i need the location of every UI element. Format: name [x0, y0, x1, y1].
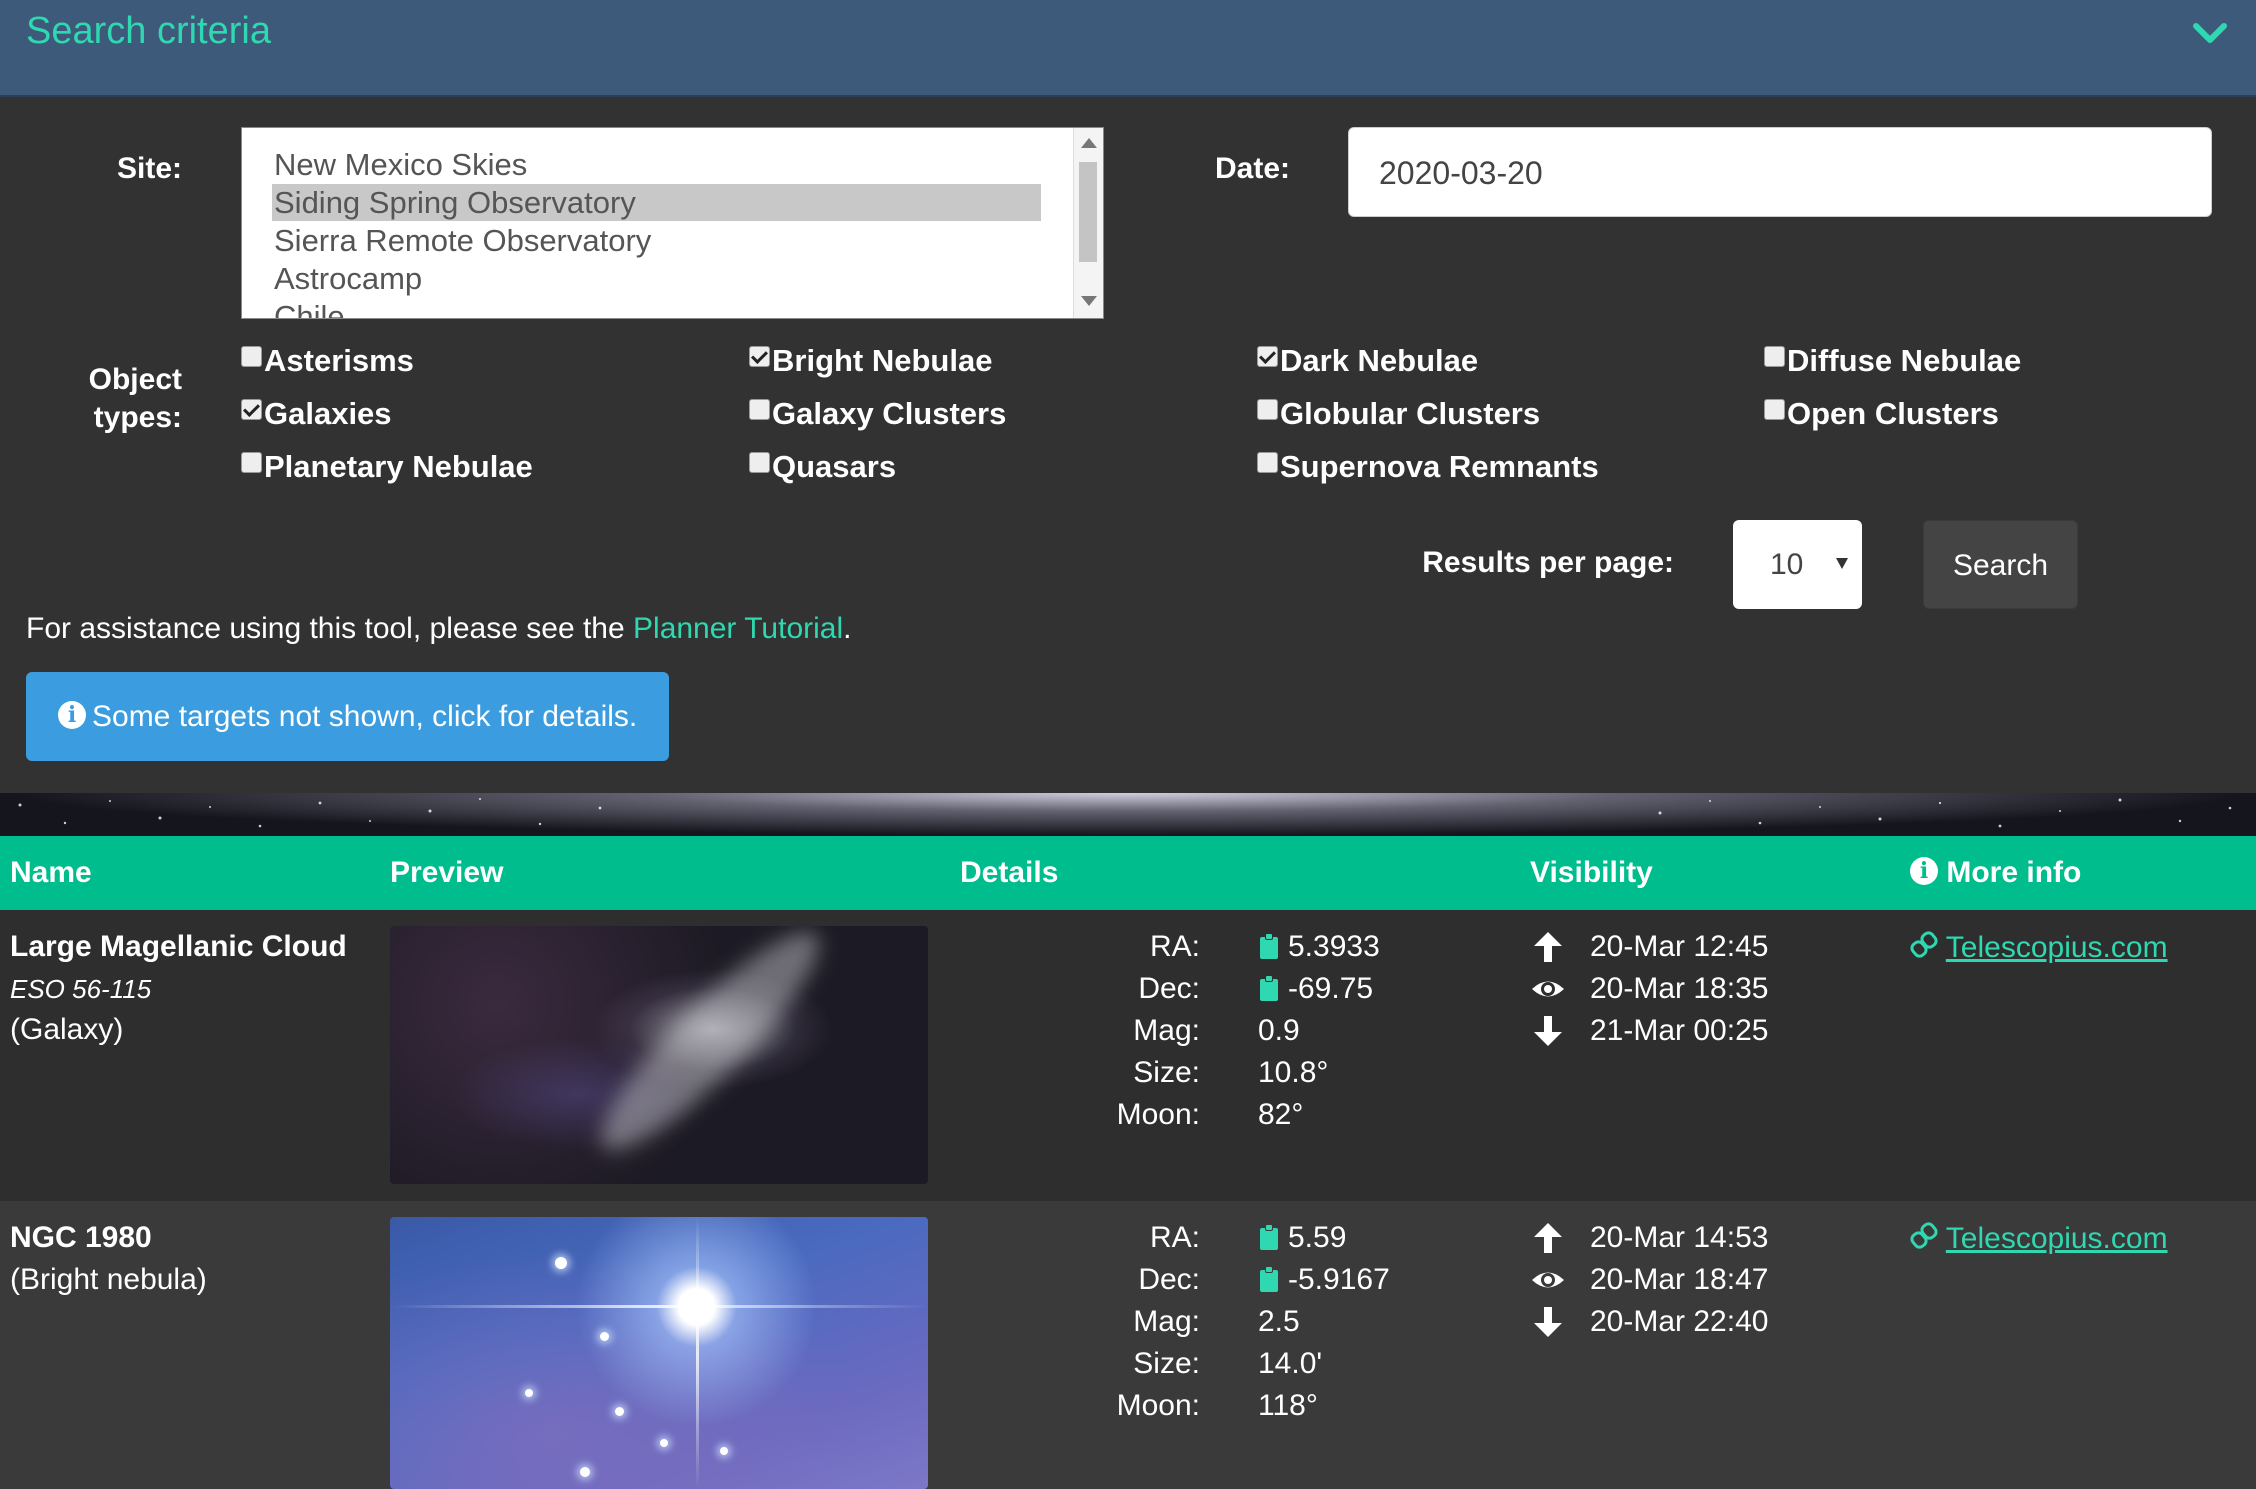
- results-table-header: Name Preview Details Visibility i More i…: [0, 836, 2256, 910]
- detail-value-moon: 118°: [1258, 1389, 1318, 1422]
- eye-icon: [1532, 1272, 1564, 1288]
- checkbox-asterisms[interactable]: Asterisms: [241, 343, 414, 379]
- detail-label-size: Size:: [1133, 1347, 1200, 1380]
- site-label: Site:: [116, 152, 182, 185]
- object-preview-image[interactable]: [390, 926, 928, 1184]
- chevron-down-icon[interactable]: [2190, 14, 2230, 54]
- detail-label-dec: Dec:: [1138, 1263, 1200, 1296]
- site-option[interactable]: Sierra Remote Observatory: [274, 222, 651, 259]
- checkbox-galaxies[interactable]: Galaxies: [241, 396, 392, 432]
- targets-not-shown-button[interactable]: i Some targets not shown, click for detai…: [26, 672, 669, 761]
- results-per-page-label: Results per page:: [1422, 546, 1674, 579]
- rise-time: 20-Mar 14:53: [1590, 1221, 1769, 1254]
- site-option[interactable]: New Mexico Skies: [274, 146, 527, 183]
- site-listbox[interactable]: New Mexico Skies Siding Spring Observato…: [241, 127, 1104, 319]
- checkbox-galaxy-clusters[interactable]: Galaxy Clusters: [749, 396, 1006, 432]
- detail-label-size: Size:: [1133, 1056, 1200, 1089]
- dropdown-arrow-icon: [1836, 558, 1848, 569]
- object-types-label-line1: Object: [88, 363, 182, 396]
- detail-value-dec: -69.75: [1258, 972, 1373, 1006]
- site-option-selected[interactable]: Siding Spring Observatory: [272, 184, 1041, 221]
- detail-value-mag: 0.9: [1258, 1014, 1300, 1047]
- site-option[interactable]: Astrocamp: [274, 260, 422, 297]
- column-header-preview: Preview: [390, 856, 504, 889]
- assistance-text: For assistance using this tool, please s…: [26, 612, 852, 645]
- arrow-down-icon: [1534, 1016, 1562, 1046]
- telescopius-link[interactable]: Telescopius.com: [1910, 1221, 2168, 1256]
- checkbox-open-clusters[interactable]: Open Clusters: [1764, 396, 1999, 432]
- transit-time: 20-Mar 18:47: [1590, 1263, 1769, 1296]
- detail-label-ra: RA:: [1149, 930, 1200, 963]
- star-field-banner: [0, 793, 2256, 836]
- object-alt-name: ESO 56-115: [10, 974, 152, 1004]
- date-label: Date:: [1214, 152, 1290, 185]
- site-scrollbar[interactable]: [1073, 128, 1103, 318]
- column-header-more-info: i More info: [1910, 836, 2081, 910]
- link-icon: [1910, 1222, 1938, 1249]
- detail-label-moon: Moon:: [1116, 1389, 1200, 1422]
- object-preview-image[interactable]: [390, 1217, 928, 1489]
- scroll-thumb[interactable]: [1079, 162, 1097, 262]
- rise-time: 20-Mar 12:45: [1590, 930, 1769, 963]
- clipboard-icon[interactable]: [1258, 975, 1280, 1001]
- detail-value-ra: 5.59: [1258, 1221, 1346, 1255]
- column-header-name[interactable]: Name: [10, 836, 92, 910]
- scroll-up-icon[interactable]: [1081, 138, 1097, 148]
- clipboard-icon[interactable]: [1258, 1224, 1280, 1250]
- checkbox-globular-clusters[interactable]: Globular Clusters: [1257, 396, 1540, 432]
- object-name: NGC 1980: [10, 1221, 152, 1254]
- object-name: Large Magellanic Cloud: [10, 930, 347, 963]
- checkbox-planetary-nebulae[interactable]: Planetary Nebulae: [241, 449, 533, 485]
- checkbox-diffuse-nebulae[interactable]: Diffuse Nebulae: [1764, 343, 2021, 379]
- planner-tutorial-link[interactable]: Planner Tutorial: [633, 612, 843, 645]
- scroll-down-icon[interactable]: [1081, 296, 1097, 306]
- detail-label-dec: Dec:: [1138, 972, 1200, 1005]
- detail-label-ra: RA:: [1149, 1221, 1200, 1254]
- eye-icon: [1532, 981, 1564, 997]
- info-icon: i: [58, 701, 86, 729]
- set-time: 20-Mar 22:40: [1590, 1305, 1769, 1338]
- results-per-page-select[interactable]: 10: [1733, 520, 1862, 609]
- set-time: 21-Mar 00:25: [1590, 1014, 1769, 1047]
- detail-value-mag: 2.5: [1258, 1305, 1300, 1338]
- detail-value-size: 10.8°: [1258, 1056, 1329, 1089]
- arrow-up-icon: [1534, 1223, 1562, 1253]
- detail-value-ra: 5.3933: [1258, 930, 1380, 964]
- transit-time: 20-Mar 18:35: [1590, 972, 1769, 1005]
- arrow-down-icon: [1534, 1307, 1562, 1337]
- object-type: (Galaxy): [10, 1013, 124, 1046]
- clipboard-icon[interactable]: [1258, 1266, 1280, 1292]
- object-types-label: Object types:: [40, 363, 182, 435]
- site-option[interactable]: Chile: [274, 298, 345, 318]
- object-types-label-line2: types:: [93, 401, 182, 434]
- checkbox-quasars[interactable]: Quasars: [749, 449, 896, 485]
- checkbox-supernova-remnants[interactable]: Supernova Remnants: [1257, 449, 1599, 485]
- results-per-page-value: 10: [1770, 548, 1804, 581]
- object-type: (Bright nebula): [10, 1263, 207, 1296]
- arrow-up-icon: [1534, 932, 1562, 962]
- info-icon: i: [1910, 857, 1938, 885]
- search-criteria-header[interactable]: Search criteria: [0, 0, 2256, 97]
- date-input[interactable]: 2020-03-20: [1348, 127, 2212, 217]
- detail-value-moon: 82°: [1258, 1098, 1304, 1131]
- table-row: NGC 1980 (Bright nebula) RA: 5.59 Dec: -…: [0, 1201, 2256, 1489]
- notice-text: Some targets not shown, click for detail…: [92, 700, 638, 733]
- detail-value-dec: -5.9167: [1258, 1263, 1390, 1297]
- clipboard-icon[interactable]: [1258, 933, 1280, 959]
- detail-label-moon: Moon:: [1116, 1098, 1200, 1131]
- telescopius-link[interactable]: Telescopius.com: [1910, 930, 2168, 965]
- checkbox-dark-nebulae[interactable]: Dark Nebulae: [1257, 343, 1478, 379]
- column-header-visibility: Visibility: [1530, 856, 1653, 889]
- link-icon: [1910, 931, 1938, 958]
- column-header-details: Details: [960, 856, 1059, 889]
- table-row: Large Magellanic Cloud ESO 56-115 (Galax…: [0, 910, 2256, 1201]
- checkbox-bright-nebulae[interactable]: Bright Nebulae: [749, 343, 992, 379]
- detail-value-size: 14.0': [1258, 1347, 1323, 1380]
- detail-label-mag: Mag:: [1133, 1014, 1200, 1047]
- search-button[interactable]: Search: [1923, 520, 2078, 609]
- detail-label-mag: Mag:: [1133, 1305, 1200, 1338]
- header-title: Search criteria: [26, 10, 271, 52]
